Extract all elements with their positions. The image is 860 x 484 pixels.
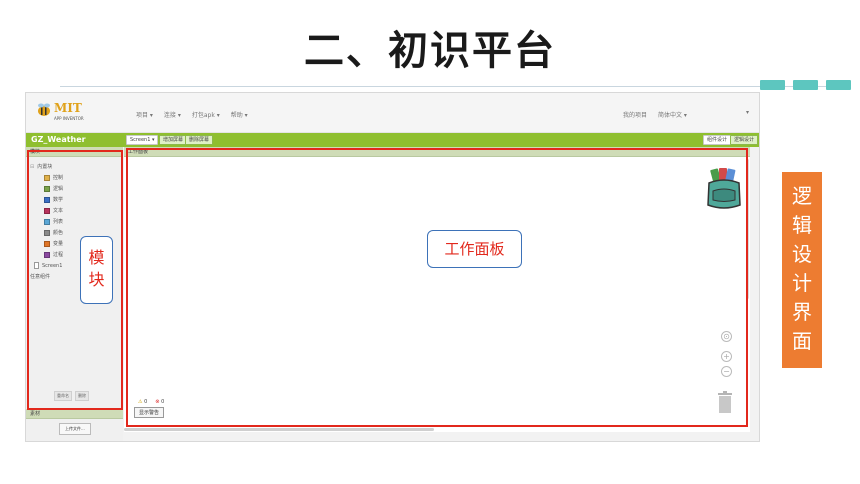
- workspace-callout: 工作面板: [427, 230, 522, 268]
- side-label-char: 面: [792, 329, 812, 353]
- deco-bar-3: [826, 80, 851, 90]
- blocks-editor-label: 逻 辑 设 计 界 面: [782, 172, 822, 368]
- menu-project[interactable]: 项目 ▾: [136, 110, 153, 119]
- menu-build[interactable]: 打包apk ▾: [192, 110, 220, 119]
- language-select[interactable]: 简体中文 ▾: [658, 110, 687, 119]
- my-projects-link[interactable]: 我的项目: [623, 110, 647, 119]
- side-label-char: 辑: [792, 213, 812, 237]
- upload-file-button[interactable]: 上传文件...: [59, 423, 91, 435]
- blocks-button[interactable]: 逻辑设计: [730, 135, 759, 145]
- title-rule: [60, 86, 850, 87]
- logo-subtext: APP INVENTOR: [54, 116, 84, 121]
- remove-screen-button[interactable]: 删除屏幕: [185, 135, 214, 145]
- bee-icon: [38, 103, 50, 116]
- project-name: GZ_Weather: [31, 135, 86, 144]
- deco-bar-2: [793, 80, 818, 90]
- add-screen-button[interactable]: 增加屏幕: [159, 135, 188, 145]
- designer-button[interactable]: 组件设计: [703, 135, 732, 145]
- slide-title: 二、初识平台: [304, 28, 556, 74]
- menu-connect[interactable]: 连接 ▾: [164, 110, 181, 119]
- callout-char: 块: [88, 270, 105, 289]
- horizontal-scrollbar[interactable]: [124, 428, 434, 431]
- logo-text: MIT: [54, 101, 82, 115]
- deco-bar-1: [760, 80, 785, 90]
- side-label-char: 界: [792, 300, 812, 324]
- top-menu-bar: MIT APP INVENTOR 项目 ▾ 连接 ▾ 打包apk ▾ 帮助 ▾ …: [26, 93, 759, 133]
- screen-select[interactable]: Screen1 ▾: [126, 135, 159, 145]
- side-label-char: 设: [792, 242, 812, 266]
- blocks-callout: 模 块: [80, 236, 113, 304]
- side-label-char: 逻: [792, 184, 812, 208]
- account-caret-icon[interactable]: ▾: [746, 109, 749, 116]
- right-menu: 我的项目 简体中文 ▾: [623, 110, 687, 119]
- callout-char: 模: [88, 248, 105, 267]
- project-toolbar: GZ_Weather Screen1 ▾ 增加屏幕 删除屏幕 组件设计 逻辑设计: [26, 133, 759, 147]
- main-menu: 项目 ▾ 连接 ▾ 打包apk ▾ 帮助 ▾: [136, 110, 248, 119]
- media-panel-header: 素材: [26, 409, 123, 419]
- app-inventor-logo[interactable]: MIT APP INVENTOR: [36, 99, 96, 127]
- workspace-highlight-box: [126, 148, 748, 427]
- side-label-char: 计: [792, 271, 812, 295]
- menu-help[interactable]: 帮助 ▾: [231, 110, 248, 119]
